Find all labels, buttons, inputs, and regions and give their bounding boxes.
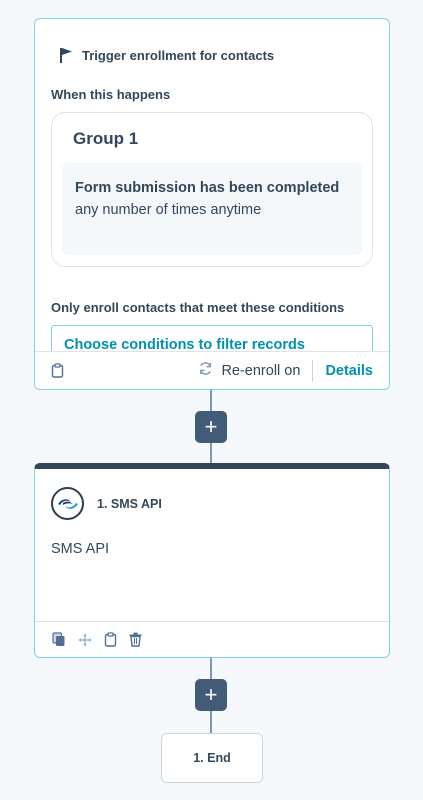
add-step-button[interactable]: + [195,411,227,443]
when-this-happens-label: When this happens [51,87,171,102]
footer-divider [312,359,314,382]
action-description: SMS API [51,541,110,557]
action-title: 1. SMS API [97,496,162,511]
condition-rest-text: any number of times anytime [75,202,262,218]
sms-api-logo-icon [51,487,84,520]
trigger-title: Trigger enrollment for contacts [82,47,275,63]
reenroll-toggle[interactable]: Re-enroll on [198,361,300,380]
trigger-header: Trigger enrollment for contacts [59,47,274,63]
clipboard-icon[interactable] [51,363,64,378]
flag-icon [59,47,73,63]
details-link[interactable]: Details [325,363,373,379]
group-title: Group 1 [73,129,139,148]
filter-conditions-label: Only enroll contacts that meet these con… [51,300,345,315]
action-footer [35,621,389,657]
end-node[interactable]: 1. End [161,733,263,783]
trash-icon[interactable] [129,632,142,647]
trigger-card[interactable]: Trigger enrollment for contacts When thi… [34,18,390,390]
move-icon[interactable] [78,633,92,647]
action-card[interactable]: 1. SMS API SMS API [34,463,390,658]
add-step-button[interactable]: + [195,679,227,711]
group-condition[interactable]: Form submission has been completed any n… [62,163,362,255]
condition-bold-text: Form submission has been completed [75,180,340,196]
clipboard-icon[interactable] [104,632,117,647]
action-header: 1. SMS API [51,487,162,520]
trigger-group[interactable]: Group 1 Form submission has been complet… [51,112,373,267]
refresh-icon [198,361,213,380]
copy-icon[interactable] [52,632,66,647]
trigger-footer: Re-enroll on Details [35,351,389,389]
reenroll-label: Re-enroll on [221,362,301,379]
